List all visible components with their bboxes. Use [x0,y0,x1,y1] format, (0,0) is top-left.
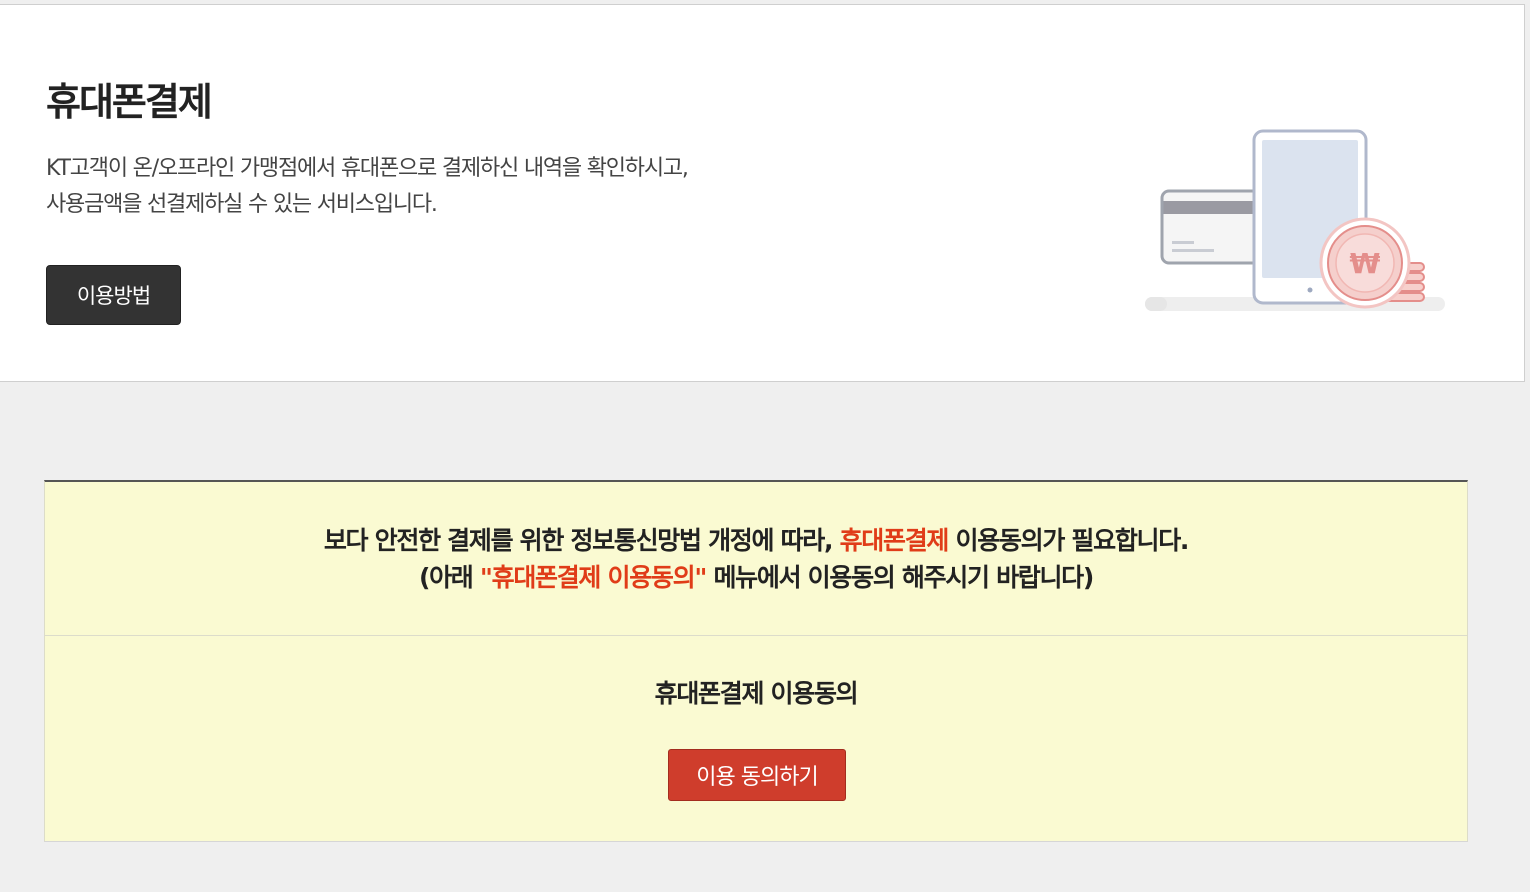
consent-section: 휴대폰결제 이용동의 이용 동의하기 [45,636,1467,842]
shadow-shape [1145,297,1167,311]
consent-required-message: 보다 안전한 결제를 위한 정보통신망법 개정에 따라, 휴대폰결제 이용동의가… [45,482,1467,636]
service-description: KT고객이 온/오프라인 가맹점에서 휴대폰으로 결제하신 내역을 확인하시고,… [46,151,689,223]
notice-text: 이용동의가 필요합니다. [948,526,1190,555]
notice-line-2: (아래 "휴대폰결제 이용동의" 메뉴에서 이용동의 해주시기 바랍니다) [45,559,1467,596]
consent-title: 휴대폰결제 이용동의 [654,679,859,708]
notice-highlight: "휴대폰결제 이용동의" [479,563,707,592]
agree-button[interactable]: 이용 동의하기 [668,749,846,801]
description-line-2: 사용금액을 선결제하실 수 있는 서비스입니다. [46,192,438,217]
notice-text: 메뉴에서 이용동의 해주시기 바랍니다) [706,563,1094,592]
notice-text: 보다 안전한 결제를 위한 정보통신망법 개정에 따라, [323,526,840,555]
service-intro-section: 휴대폰결제 KT고객이 온/오프라인 가맹점에서 휴대폰으로 결제하신 내역을 … [0,4,1525,382]
card-phone-won-coin-icon: ₩ [1145,129,1445,311]
notice-highlight: 휴대폰결제 [839,526,950,555]
description-line-1: KT고객이 온/오프라인 가맹점에서 휴대폰으로 결제하신 내역을 확인하시고, [46,156,689,181]
won-symbol: ₩ [1350,247,1381,280]
notice-line-1: 보다 안전한 결제를 위한 정보통신망법 개정에 따라, 휴대폰결제 이용동의가… [45,522,1467,559]
won-coin-icon: ₩ [1319,217,1425,309]
consent-notice-panel: 보다 안전한 결제를 위한 정보통신망법 개정에 따라, 휴대폰결제 이용동의가… [44,480,1468,842]
how-to-use-button[interactable]: 이용방법 [46,265,181,325]
notice-text: (아래 [418,563,480,592]
page-title: 휴대폰결제 [46,80,213,124]
